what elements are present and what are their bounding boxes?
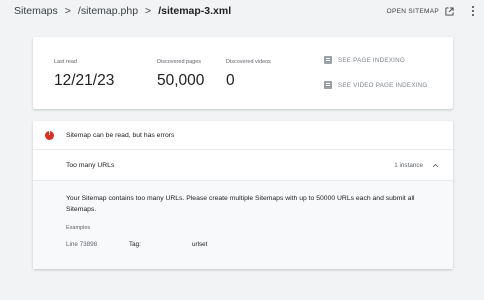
chart-icon bbox=[324, 81, 332, 89]
open-sitemap-button[interactable]: OPEN SITEMAP bbox=[386, 6, 454, 16]
error-status-header: Sitemap can be read, but has errors bbox=[33, 121, 453, 150]
example-line: Line 73898 bbox=[66, 241, 98, 248]
breadcrumb-separator: > bbox=[64, 5, 71, 17]
example-row: Line 73898 Tag: urlset bbox=[66, 241, 420, 248]
example-tag-value: urlset bbox=[192, 241, 208, 248]
discovered-pages-label: Discovered pages bbox=[157, 59, 202, 65]
more-vert-icon[interactable] bbox=[468, 5, 478, 17]
issue-name: Too many URLs bbox=[66, 161, 115, 169]
sitemap-stats-card: Last read 12/21/23 Discovered pages 50,0… bbox=[33, 37, 453, 109]
error-icon bbox=[45, 130, 54, 140]
open-in-new-icon bbox=[445, 6, 454, 16]
last-read-value: 12/21/23 bbox=[54, 72, 115, 89]
discovered-videos-stat: Discovered videos 0 bbox=[226, 59, 271, 90]
see-video-page-indexing-label: SEE VIDEO PAGE INDEXING bbox=[338, 81, 428, 89]
breadcrumb-sitemaps[interactable]: Sitemaps bbox=[14, 5, 58, 17]
breadcrumb-separator: > bbox=[145, 5, 152, 17]
see-page-indexing-button[interactable]: SEE PAGE INDEXING bbox=[324, 56, 405, 64]
discovered-pages-value: 50,000 bbox=[157, 72, 205, 89]
example-tag-label: Tag: bbox=[129, 241, 141, 248]
top-bar: Sitemaps > /sitemap.php > /sitemap-3.xml… bbox=[0, 0, 484, 22]
issue-row-too-many-urls[interactable]: Too many URLs 1 instance bbox=[33, 150, 453, 180]
see-page-indexing-label: SEE PAGE INDEXING bbox=[338, 56, 405, 64]
chart-icon bbox=[324, 56, 332, 64]
examples-label: Examples bbox=[66, 225, 91, 231]
last-read-stat: Last read 12/21/23 bbox=[54, 59, 114, 90]
discovered-videos-value: 0 bbox=[226, 72, 235, 89]
open-sitemap-label: OPEN SITEMAP bbox=[386, 7, 439, 15]
issue-details-panel: Your Sitemap contains too many URLs. Ple… bbox=[33, 180, 453, 269]
sitemap-errors-card: Sitemap can be read, but has errors Too … bbox=[33, 121, 453, 269]
breadcrumb-sitemap-php[interactable]: /sitemap.php bbox=[78, 5, 138, 17]
see-video-page-indexing-button[interactable]: SEE VIDEO PAGE INDEXING bbox=[324, 81, 428, 89]
discovered-pages-stat: Discovered pages 50,000 bbox=[157, 59, 204, 90]
last-read-label: Last read bbox=[54, 59, 77, 65]
breadcrumb-current: /sitemap-3.xml bbox=[158, 5, 232, 17]
chevron-up-icon[interactable] bbox=[432, 162, 439, 169]
discovered-videos-label: Discovered videos bbox=[226, 59, 271, 65]
issue-count: 1 instance bbox=[394, 161, 423, 169]
error-status-text: Sitemap can be read, but has errors bbox=[66, 131, 175, 139]
issue-description: Your Sitemap contains too many URLs. Ple… bbox=[66, 195, 415, 213]
